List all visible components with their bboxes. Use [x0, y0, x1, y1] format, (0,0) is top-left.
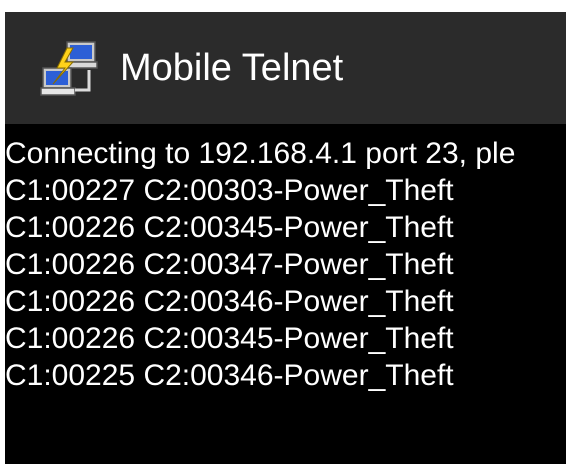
- terminal-line: C1:00226 C2:00345-Power_Theft: [5, 211, 454, 244]
- terminal-line: C1:00226 C2:00345-Power_Theft: [5, 322, 454, 355]
- terminal-line: C1:00227 C2:00303-Power_Theft: [5, 174, 454, 207]
- app-bar: Mobile Telnet: [5, 12, 566, 124]
- network-lightning-icon[interactable]: [37, 38, 101, 102]
- terminal-output[interactable]: Connecting to 192.168.4.1 port 23, ple C…: [5, 135, 566, 464]
- terminal-line: Connecting to 192.168.4.1 port 23, ple: [5, 137, 516, 170]
- telnet-screen: Mobile Telnet Connecting to 192.168.4.1 …: [5, 12, 566, 464]
- terminal-line: C1:00225 C2:00346-Power_Theft: [5, 359, 454, 392]
- terminal-line: C1:00226 C2:00346-Power_Theft: [5, 285, 454, 318]
- terminal-line: C1:00226 C2:00347-Power_Theft: [5, 248, 454, 281]
- screenshot-frame: Mobile Telnet Connecting to 192.168.4.1 …: [0, 0, 566, 470]
- app-title: Mobile Telnet: [120, 47, 344, 89]
